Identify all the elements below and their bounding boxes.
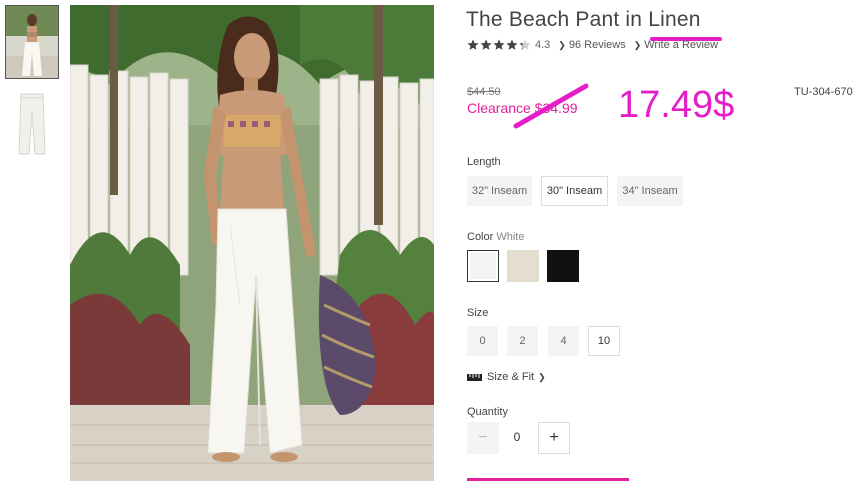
rating-row: 4.3 ❯ 96 Reviews ❯ Write a Review xyxy=(467,39,718,51)
length-option-30[interactable]: 30" Inseam xyxy=(541,176,608,206)
star-icon xyxy=(506,39,518,50)
model-wearing-beach-pant-image xyxy=(70,5,434,481)
length-label: Length xyxy=(467,156,501,168)
quantity-increase-button[interactable]: + xyxy=(538,422,570,454)
selected-color-name: White xyxy=(496,231,525,243)
flat-pant-thumbnail-image xyxy=(5,88,59,162)
white-swatch[interactable] xyxy=(467,250,499,282)
star-icon xyxy=(519,39,531,50)
write-review-link[interactable]: Write a Review xyxy=(644,39,718,51)
reviews-link[interactable]: 96 Reviews xyxy=(569,39,626,51)
size-label: Size xyxy=(467,307,489,319)
length-option-34[interactable]: 34" Inseam xyxy=(617,176,683,206)
ruler-icon xyxy=(467,373,482,381)
chevron-right-icon: ❯ xyxy=(633,39,642,50)
size-fit-label: Size & Fit xyxy=(487,371,535,383)
product-title: The Beach Pant in Linen xyxy=(466,8,701,31)
product-sku: TU-304-670 xyxy=(794,86,853,98)
quantity-value[interactable]: 0 xyxy=(506,430,528,444)
chevron-right-icon: ❯ xyxy=(558,39,566,50)
star-icon xyxy=(467,39,479,50)
rating-value: 4.3 xyxy=(535,39,551,51)
color-label: Color White xyxy=(467,231,524,243)
product-hero-image[interactable] xyxy=(70,5,434,481)
star-rating[interactable] xyxy=(467,39,531,51)
size-option-4[interactable]: 4 xyxy=(548,326,579,356)
thumbnail-flat-pant[interactable] xyxy=(5,88,59,162)
quantity-label: Quantity xyxy=(467,406,508,418)
size-fit-link[interactable]: Size & Fit ❯ xyxy=(467,371,546,383)
annotation-strike-mark xyxy=(513,83,589,129)
thumbnail-model[interactable] xyxy=(5,5,59,79)
model-photo-thumbnail-image xyxy=(6,6,58,78)
natural-swatch[interactable] xyxy=(507,250,539,282)
original-price: $44.50 xyxy=(467,86,501,98)
size-option-10[interactable]: 10 xyxy=(588,326,620,356)
length-option-32[interactable]: 32" Inseam xyxy=(467,176,532,206)
black-swatch[interactable] xyxy=(547,250,579,282)
annotation-handwritten-price: 17.49$ xyxy=(618,84,735,126)
size-option-2[interactable]: 2 xyxy=(507,326,538,356)
star-icon xyxy=(493,39,505,50)
quantity-decrease-button[interactable]: − xyxy=(467,422,499,454)
color-label-text: Color xyxy=(467,231,494,243)
star-icon xyxy=(480,39,492,50)
size-option-0[interactable]: 0 xyxy=(467,326,498,356)
chevron-right-icon: ❯ xyxy=(538,371,546,382)
